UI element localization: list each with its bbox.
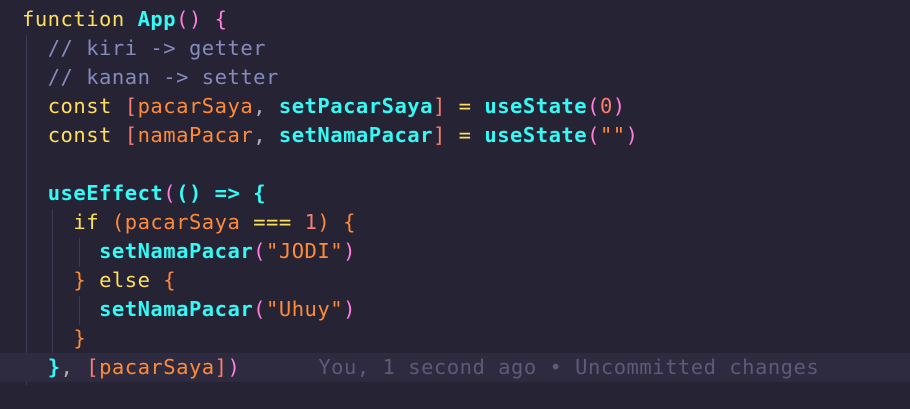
variable: pacarSaya	[99, 355, 215, 379]
code-line-9[interactable]: setNamaPacar("JODI")	[22, 237, 356, 266]
keyword-if: if	[73, 210, 100, 234]
bracket-close: ]	[214, 355, 228, 379]
comma: ,	[253, 123, 267, 147]
paren-close: )	[625, 123, 639, 147]
open-brace: {	[163, 268, 177, 292]
call-name: useEffect	[47, 181, 164, 205]
comma: ,	[60, 355, 74, 379]
variable: pacarSaya	[124, 210, 241, 234]
keyword-const: const	[47, 94, 112, 118]
string: "Uhuy"	[266, 297, 344, 321]
call-name: setNamaPacar	[99, 239, 254, 263]
keyword-const: const	[47, 123, 112, 147]
paren-close: )	[343, 297, 356, 321]
comment: // kiri -> getter	[47, 36, 267, 60]
paren-open: (	[253, 297, 267, 321]
paren-open: (	[253, 239, 267, 263]
code-line-7[interactable]: useEffect(() => {	[22, 179, 266, 208]
call-name: setNamaPacar	[99, 297, 254, 321]
code-line-2[interactable]: // kiri -> getter	[22, 34, 266, 63]
keyword-function: function	[22, 7, 125, 31]
paren-open: (	[587, 123, 600, 147]
variable: pacarSaya	[137, 94, 254, 118]
bracket-open: [	[124, 123, 138, 147]
function-name: App	[137, 7, 177, 31]
code-line-11[interactable]: setNamaPacar("Uhuy")	[22, 295, 356, 324]
bracket-close: ]	[432, 123, 446, 147]
open-brace: {	[214, 7, 228, 31]
operator: =	[458, 123, 472, 147]
paren-close: )	[227, 355, 241, 379]
bracket-close: ]	[432, 94, 446, 118]
comment: // kanan -> setter	[47, 65, 279, 89]
keyword-else: else	[99, 268, 151, 292]
paren-open: (	[111, 210, 125, 234]
close-brace: }	[47, 355, 61, 379]
call-name: useState	[484, 94, 588, 118]
variable: namaPacar	[137, 123, 254, 147]
code-line-13[interactable]: }, [pacarSaya]) You, 1 second ago • Uncom…	[0, 353, 910, 382]
operator: =	[458, 94, 472, 118]
code-line-4[interactable]: const [pacarSaya, setPacarSaya] = useSta…	[22, 92, 626, 121]
open-brace: {	[343, 210, 356, 234]
string: "JODI"	[266, 239, 344, 263]
paren-open: (	[587, 94, 600, 118]
paren-close: )	[317, 210, 331, 234]
paren-close: )	[343, 239, 356, 263]
paren-open: (	[163, 181, 177, 205]
code-line-10[interactable]: } else {	[22, 266, 176, 295]
arrow-params: ()	[176, 181, 202, 205]
number: 0	[599, 94, 613, 118]
close-brace: }	[73, 268, 87, 292]
number: 1	[304, 210, 318, 234]
open-brace: {	[253, 181, 267, 205]
arrow: =>	[214, 181, 241, 205]
call-name: useState	[484, 123, 588, 147]
code-line-3[interactable]: // kanan -> setter	[22, 63, 279, 92]
code-line-1[interactable]: function App() {	[22, 5, 228, 34]
close-brace: }	[73, 326, 87, 350]
code-editor[interactable]: function App() { // kiri -> getter // ka…	[0, 0, 910, 409]
bracket-open: [	[86, 355, 100, 379]
string: ""	[599, 123, 626, 147]
paren-close: )	[612, 94, 626, 118]
git-blame-annotation: You, 1 second ago • Uncommitted changes	[318, 355, 820, 379]
comma: ,	[253, 94, 267, 118]
code-line-12[interactable]: }	[22, 324, 86, 353]
setter-name: setPacarSaya	[278, 94, 433, 118]
setter-name: setNamaPacar	[278, 123, 433, 147]
parens: ()	[176, 7, 202, 31]
bracket-open: [	[124, 94, 138, 118]
operator: ===	[253, 210, 292, 234]
code-line-5[interactable]: const [namaPacar, setNamaPacar] = useSta…	[22, 121, 638, 150]
code-line-8[interactable]: if (pacarSaya === 1) {	[22, 208, 356, 237]
